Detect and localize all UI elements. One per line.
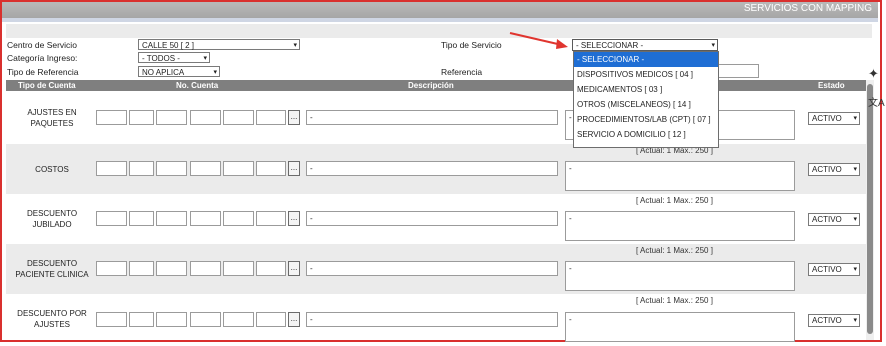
dropdown-option[interactable]: OTROS (MISCELANEOS) [ 14 ] bbox=[574, 97, 718, 112]
chevron-down-icon: ▾ bbox=[711, 42, 715, 49]
sparkle-icon[interactable]: ✦ bbox=[868, 66, 879, 82]
tipo-servicio-value: - SELECCIONAR - bbox=[576, 41, 644, 50]
dropdown-option[interactable]: DISPOSITIVOS MEDICOS [ 04 ] bbox=[574, 67, 718, 82]
annotation-arrow bbox=[509, 32, 674, 62]
translate-icon[interactable]: 文A bbox=[868, 94, 885, 109]
dropdown-option[interactable]: - SELECCIONAR - bbox=[574, 52, 718, 67]
dropdown-option[interactable]: PROCEDIMIENTOS/LAB (CPT) [ 07 ] bbox=[574, 112, 718, 127]
tipo-servicio-dropdown: - SELECCIONAR - DISPOSITIVOS MEDICOS [ 0… bbox=[573, 51, 719, 148]
dropdown-option[interactable]: SERVICIO A DOMICILIO [ 12 ] bbox=[574, 127, 718, 142]
tipo-servicio-select[interactable]: - SELECCIONAR - ▾ bbox=[572, 39, 718, 51]
dropdown-option[interactable]: MEDICAMENTOS [ 03 ] bbox=[574, 82, 718, 97]
